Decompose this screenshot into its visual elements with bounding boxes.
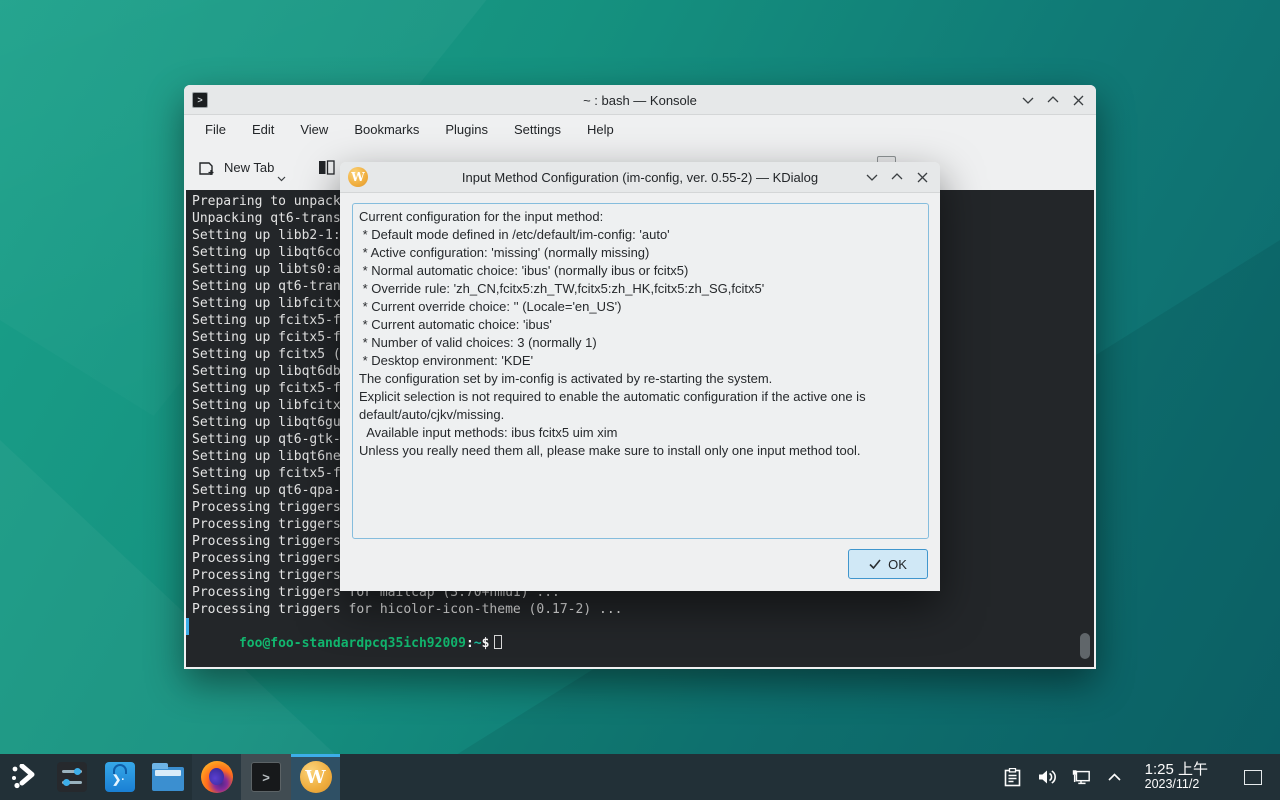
firefox-icon xyxy=(201,761,233,793)
kde-launcher-icon xyxy=(10,764,38,790)
kdialog-titlebar[interactable]: W Input Method Configuration (im-config,… xyxy=(340,162,940,193)
minimize-icon[interactable] xyxy=(1020,92,1036,108)
clipboard-tray-icon[interactable] xyxy=(1003,767,1023,787)
message-line: Available input methods: ibus fcitx5 uim… xyxy=(359,424,922,442)
message-line: * Desktop environment: 'KDE' xyxy=(359,352,922,370)
message-line: * Current override choice: '' (Locale='e… xyxy=(359,298,922,316)
message-line: Unless you really need them all, please … xyxy=(359,442,922,460)
system-settings-icon xyxy=(57,762,87,792)
volume-tray-icon[interactable] xyxy=(1037,767,1057,787)
konsole-task-button[interactable]: > xyxy=(241,754,291,800)
clock-date: 2023/11/2 xyxy=(1145,778,1208,792)
menu-item[interactable]: Settings xyxy=(501,117,574,143)
message-line: Current configuration for the input meth… xyxy=(359,208,922,226)
prompt-path: ~ xyxy=(474,636,482,651)
close-icon[interactable] xyxy=(914,169,930,185)
konsole-icon: > xyxy=(251,762,281,792)
split-view-icon xyxy=(318,160,335,175)
system-settings-button[interactable] xyxy=(48,754,96,800)
tray-expander-icon[interactable] xyxy=(1105,767,1125,787)
menu-item[interactable]: File xyxy=(192,117,239,143)
im-config-message: Current configuration for the input meth… xyxy=(352,203,929,539)
new-tab-label: New Tab xyxy=(224,160,274,175)
terminal-line: Processing triggers for hicolor-icon-the… xyxy=(192,601,1094,618)
message-line: * Active configuration: 'missing' (norma… xyxy=(359,244,922,262)
menu-item[interactable]: View xyxy=(287,117,341,143)
folder-icon xyxy=(152,767,184,791)
network-tray-icon[interactable] xyxy=(1071,767,1091,787)
message-line: The configuration set by im-config is ac… xyxy=(359,370,922,388)
prompt-dollar: $ xyxy=(482,636,490,651)
digital-clock[interactable]: 1:25 上午 2023/11/2 xyxy=(1145,762,1208,792)
prompt-colon: : xyxy=(466,636,474,651)
clock-time: 1:25 上午 xyxy=(1145,762,1208,779)
terminal-scrollbar[interactable] xyxy=(1080,633,1090,659)
chevron-down-icon xyxy=(277,176,286,182)
ok-button[interactable]: OK xyxy=(848,549,928,579)
firefox-task-button[interactable] xyxy=(192,754,241,800)
kdialog-window-title: Input Method Configuration (im-config, v… xyxy=(340,162,940,192)
kdialog-body: Current configuration for the input meth… xyxy=(340,193,940,591)
new-tab-button[interactable]: New Tab xyxy=(198,160,274,176)
message-line: * Override rule: 'zh_CN,fcitx5:zh_TW,fci… xyxy=(359,280,922,298)
konsole-titlebar[interactable]: > ~ : bash — Konsole xyxy=(184,85,1096,115)
discover-button[interactable]: ❯· xyxy=(96,754,144,800)
prompt-user-host: foo@foo-standardpcq35ich92009 xyxy=(239,636,466,651)
menu-item[interactable]: Help xyxy=(574,117,627,143)
konsole-menubar: FileEditViewBookmarksPluginsSettingsHelp xyxy=(184,115,1096,145)
menu-item[interactable]: Edit xyxy=(239,117,287,143)
close-icon[interactable] xyxy=(1070,92,1086,108)
message-line: * Number of valid choices: 3 (normally 1… xyxy=(359,334,922,352)
check-icon xyxy=(869,559,881,569)
maximize-icon[interactable] xyxy=(1045,92,1061,108)
message-line: * Current automatic choice: 'ibus' xyxy=(359,316,922,334)
message-line: * Normal automatic choice: 'ibus' (norma… xyxy=(359,262,922,280)
im-config-task-icon: W xyxy=(300,761,332,793)
ok-button-label: OK xyxy=(888,557,907,572)
prompt-marker xyxy=(186,618,189,635)
terminal-prompt-line: foo@foo-standardpcq35ich92009:~$ xyxy=(192,618,1094,635)
active-task-indicator xyxy=(291,754,340,757)
menu-item[interactable]: Bookmarks xyxy=(341,117,432,143)
menu-item[interactable]: Plugins xyxy=(432,117,501,143)
message-line: Explicit selection is not required to en… xyxy=(359,388,922,424)
taskbar: ❯· > W xyxy=(0,754,1280,800)
maximize-icon[interactable] xyxy=(889,169,905,185)
konsole-window-title: ~ : bash — Konsole xyxy=(184,85,1096,115)
file-manager-button[interactable] xyxy=(144,754,192,800)
app-launcher-button[interactable] xyxy=(0,754,48,800)
new-tab-icon xyxy=(198,160,216,176)
terminal-cursor xyxy=(494,635,502,649)
minimize-icon[interactable] xyxy=(864,169,880,185)
discover-icon: ❯· xyxy=(105,762,135,792)
kdialog-task-button[interactable]: W xyxy=(291,754,340,800)
kdialog-window: W Input Method Configuration (im-config,… xyxy=(340,162,940,591)
show-desktop-button[interactable] xyxy=(1244,770,1262,785)
message-line: * Default mode defined in /etc/default/i… xyxy=(359,226,922,244)
